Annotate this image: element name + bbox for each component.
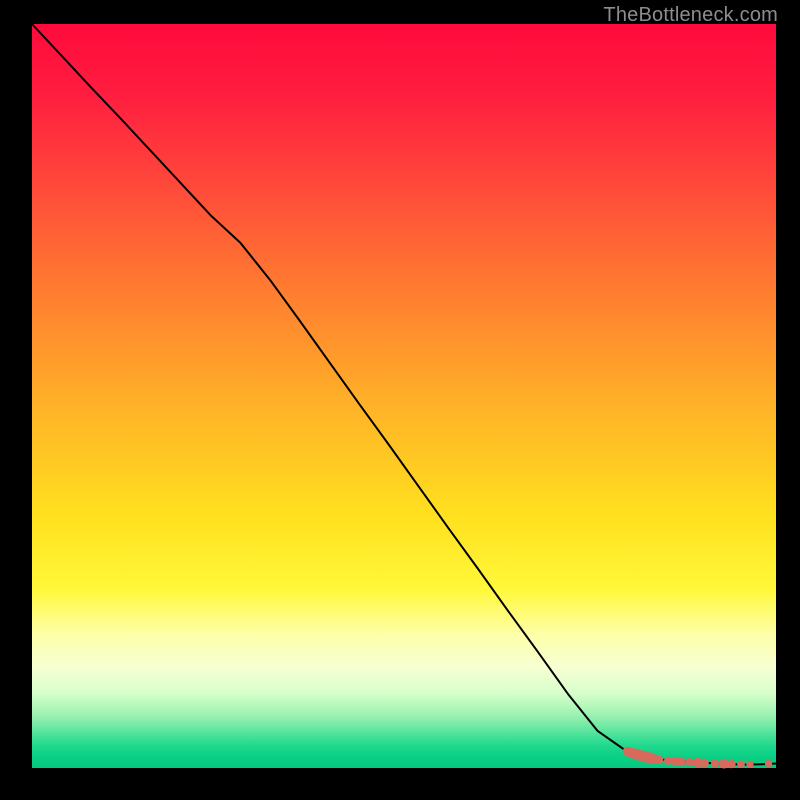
data-marker (665, 757, 672, 764)
data-marker (701, 759, 709, 767)
data-marker (678, 758, 686, 766)
data-marker (765, 760, 771, 766)
marker-group (623, 747, 772, 768)
chart-stage: TheBottleneck.com (0, 0, 800, 800)
data-marker (711, 760, 718, 767)
data-marker (720, 759, 729, 768)
data-marker (686, 759, 693, 766)
bottleneck-curve (32, 24, 776, 765)
data-marker (728, 760, 736, 768)
data-marker (747, 761, 753, 767)
data-marker (738, 761, 745, 768)
data-marker (656, 756, 663, 763)
chart-overlay (32, 24, 776, 768)
